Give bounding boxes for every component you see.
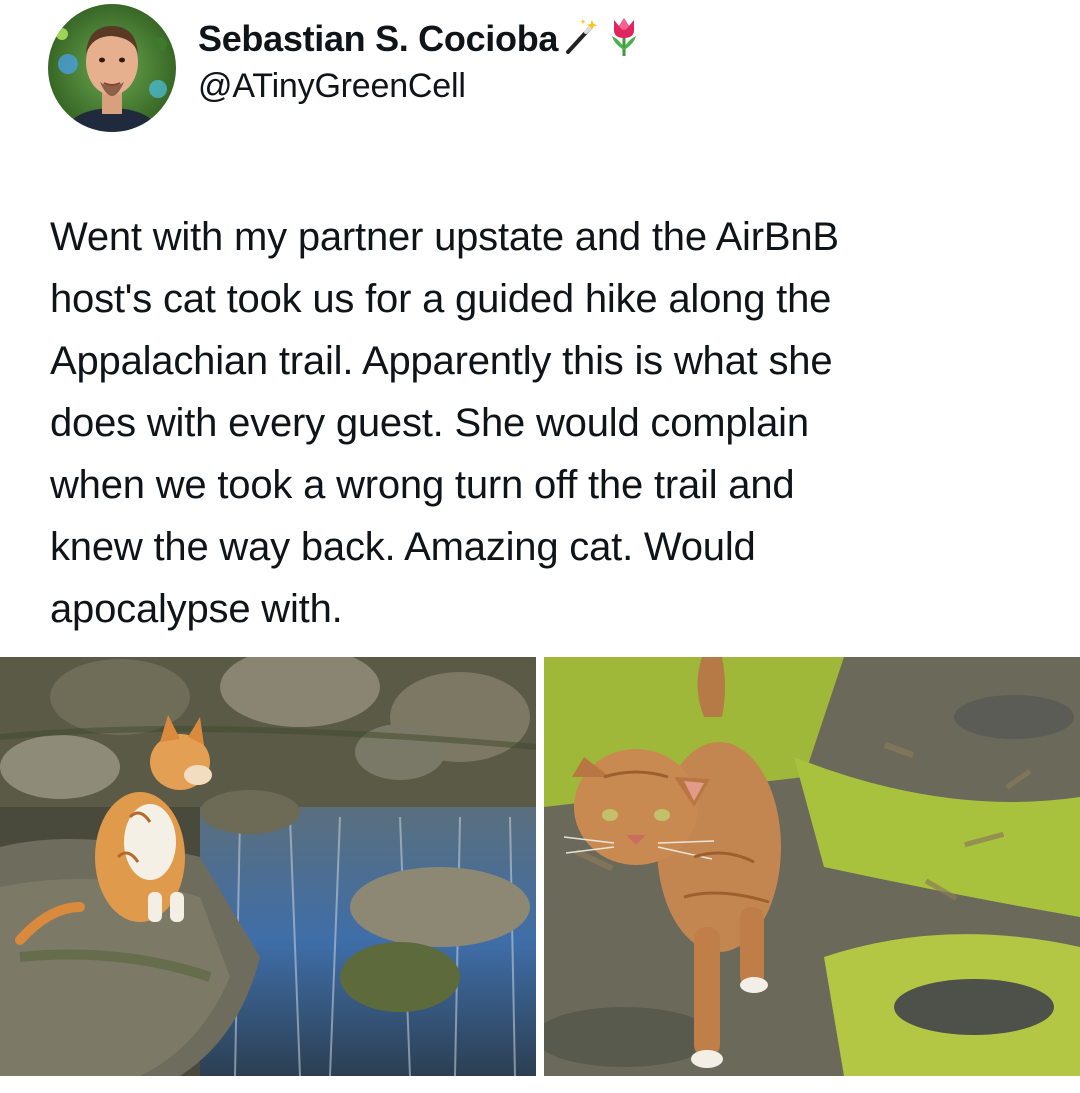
tweet-text-line: apocalypse with. (50, 587, 343, 631)
author-handle[interactable]: @ATinyGreenCell (198, 67, 642, 106)
photo-cat-walking-on-trail[interactable] (544, 657, 1080, 1076)
tweet-text: Went with my partner upstate and the Air… (50, 206, 1040, 640)
tweet-text-line: Appalachian trail. Apparently this is wh… (50, 339, 833, 383)
tulip-icon (606, 14, 642, 63)
tweet-card: Sebastian S. Cocioba @ATinyGreenCell Wen… (0, 0, 1080, 1093)
tweet-text-line: knew the way back. Amazing cat. Would (50, 525, 756, 569)
tweet-header: Sebastian S. Cocioba @ATinyGreenCell (48, 4, 642, 132)
tweet-text-line: Went with my partner upstate and the Air… (50, 215, 839, 259)
media-grid (0, 657, 1080, 1076)
tweet-text-line: host's cat took us for a guided hike alo… (50, 277, 832, 321)
photo-cat-on-rock-by-stream[interactable] (0, 657, 536, 1076)
magic-wand-icon (564, 16, 600, 61)
tweet-text-line: does with every guest. She would complai… (50, 401, 809, 445)
tweet-text-line: when we took a wrong turn off the trail … (50, 463, 795, 507)
display-name[interactable]: Sebastian S. Cocioba (198, 18, 558, 60)
avatar[interactable] (48, 4, 176, 132)
author-names: Sebastian S. Cocioba @ATinyGreenCell (198, 13, 642, 106)
display-name-row: Sebastian S. Cocioba (198, 13, 642, 65)
